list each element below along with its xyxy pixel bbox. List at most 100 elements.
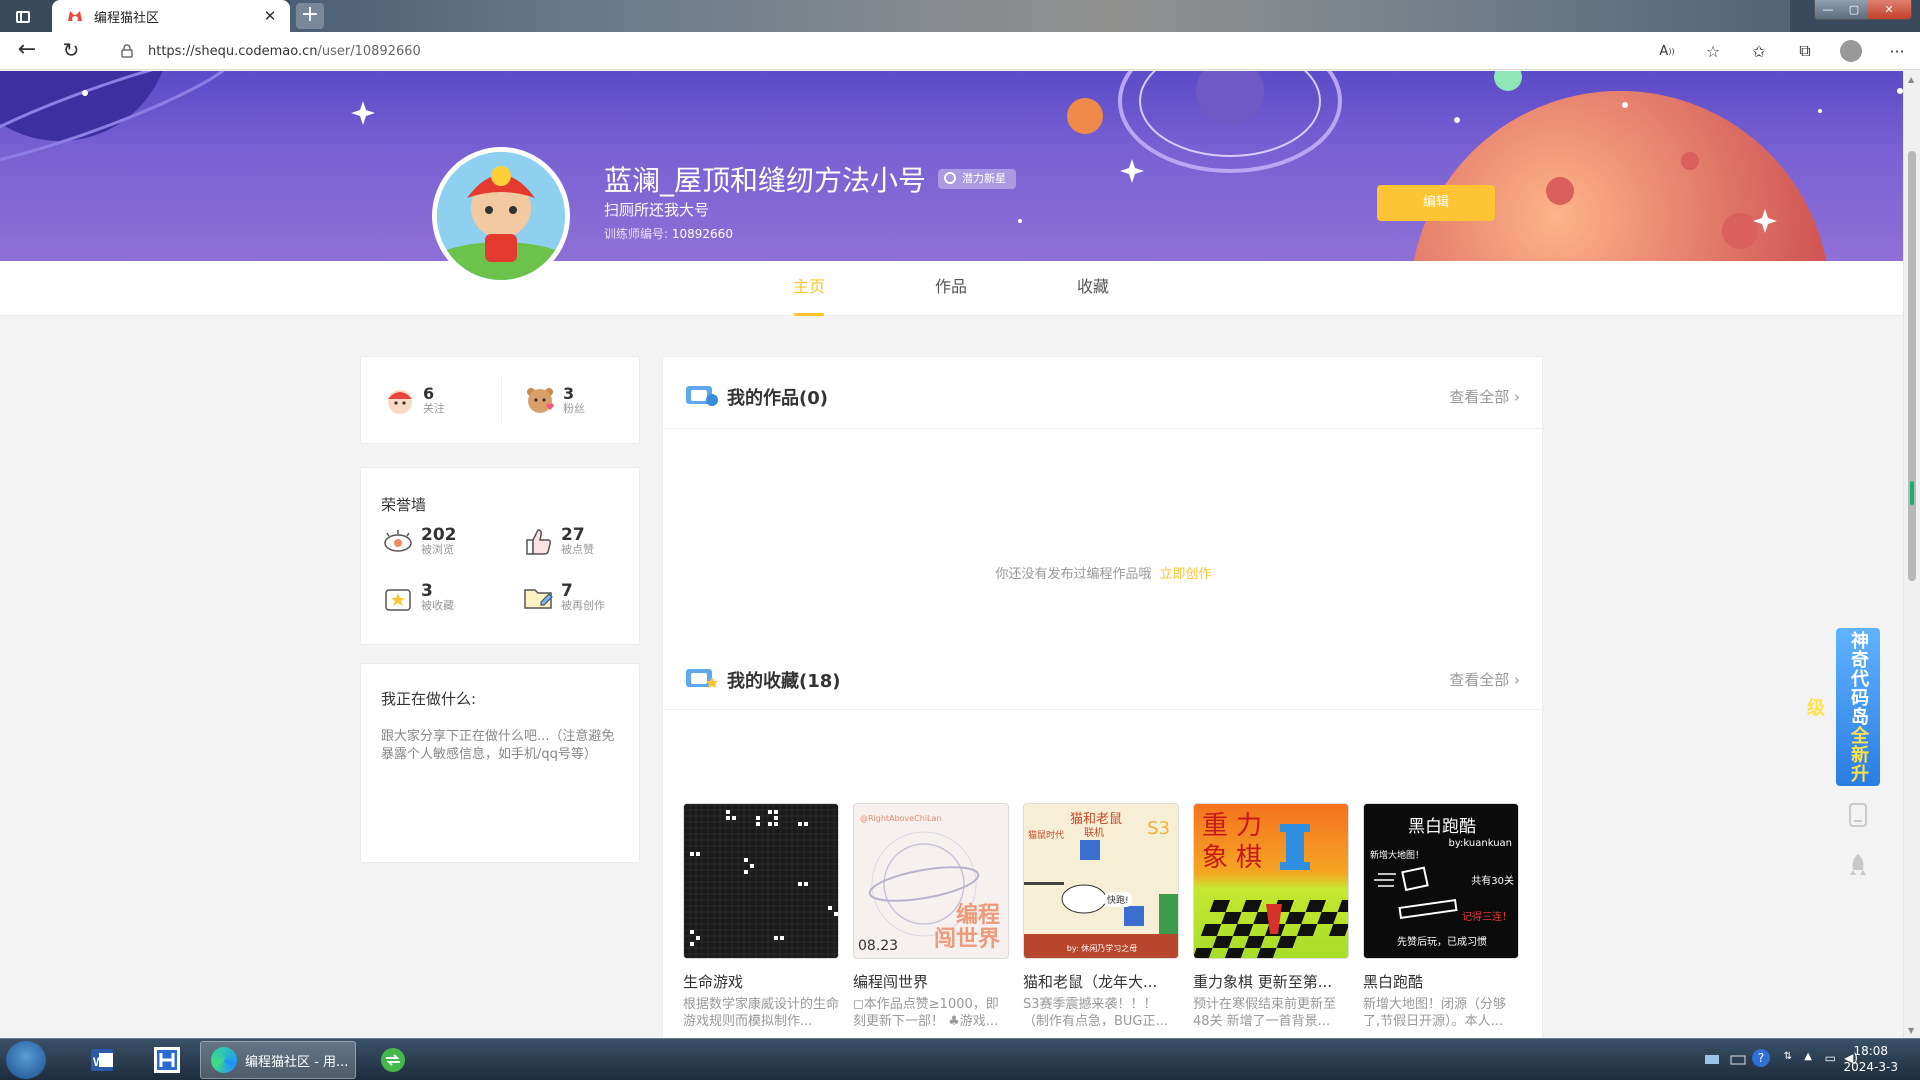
- thumb-note-1: 新增大地图！: [1370, 851, 1425, 861]
- codemao-favicon-icon: [66, 7, 84, 25]
- collection-item[interactable]: 黑白跑酷 by:kuankuan 新增大地图！ 共有30关 记得三连！ 先赞后玩…: [1363, 803, 1519, 1030]
- start-button[interactable]: [6, 1041, 46, 1079]
- add-favorite-icon[interactable]: ☆: [1700, 38, 1726, 64]
- window-close-button[interactable]: ✕: [1867, 0, 1911, 19]
- collection-item[interactable]: 重力 象棋 重力象棋 更新至第... 预计在寒假结束前更新至48关 新增了一首背…: [1193, 803, 1349, 1030]
- refresh-icon[interactable]: ↻: [56, 38, 86, 64]
- taskbar-edge-window[interactable]: 编程猫社区 - 用...: [200, 1041, 356, 1079]
- remixed-label: 被再创作: [561, 598, 605, 612]
- window-controls: — ▢ ✕: [1814, 0, 1912, 20]
- thumb-subtitle: 联机: [1084, 828, 1104, 839]
- back-arrow-icon[interactable]: ←: [12, 38, 42, 64]
- thumb-season: S3: [1147, 818, 1170, 839]
- following-cat-icon: [388, 390, 412, 414]
- tray-display-icon[interactable]: ▭: [1825, 1051, 1836, 1065]
- scroll-down-arrow-icon[interactable]: ▼: [1908, 1026, 1916, 1035]
- likes-label: 被点赞: [561, 542, 594, 556]
- scrollbar-thumb[interactable]: [1908, 151, 1916, 581]
- trainer-id-label: 训练师编号:: [604, 227, 669, 241]
- works-folder-icon: [686, 386, 718, 406]
- tray-ime-icon[interactable]: ⇅: [1784, 1051, 1792, 1062]
- thumb-note-2: 共有30关: [1471, 876, 1514, 887]
- more-menu-icon[interactable]: ···: [1884, 38, 1910, 64]
- tab-collections[interactable]: 收藏: [1063, 261, 1123, 316]
- collection-title[interactable]: 生命游戏: [683, 971, 839, 992]
- my-works-view-all-text: 查看全部: [1449, 388, 1510, 406]
- remixed-stat: 7 被再创作: [521, 580, 605, 614]
- minimize-button[interactable]: —: [1815, 0, 1841, 19]
- collections-folder-icon: [686, 669, 718, 688]
- tray-help-icon[interactable]: ?: [1752, 1049, 1770, 1067]
- mobile-qr-icon[interactable]: [1840, 797, 1876, 833]
- my-works-view-all[interactable]: 查看全部 ›: [1449, 386, 1520, 407]
- collection-title[interactable]: 编程闯世界: [853, 971, 1009, 992]
- taskbar-clock[interactable]: 18:08 2024-3-3: [1844, 1043, 1898, 1075]
- tray-keyboard-icon[interactable]: [1730, 1051, 1746, 1067]
- my-collections-title: 我的收藏(18): [727, 671, 841, 692]
- clock-time: 18:08: [1853, 1044, 1889, 1058]
- collection-item[interactable]: 猫和老鼠 联机 S3 猫鼠时代 快跑! by: 休闲乃学习之母 猫和老鼠（龙年大…: [1023, 803, 1179, 1030]
- clock-date: 2024-3-3: [1843, 1060, 1898, 1074]
- read-aloud-icon[interactable]: A)): [1654, 38, 1680, 64]
- collections-icon[interactable]: ⧉: [1792, 38, 1818, 64]
- game-of-life-grid: [684, 804, 838, 958]
- views-stat: 202 被浏览: [381, 524, 457, 558]
- collection-title[interactable]: 黑白跑酷: [1363, 971, 1519, 992]
- browser-tab-active[interactable]: 编程猫社区 ✕: [52, 0, 290, 32]
- create-now-link[interactable]: 立即创作: [1160, 567, 1212, 582]
- hbuilder-app-icon[interactable]: [138, 1041, 196, 1079]
- remix-folder-icon: [524, 589, 553, 609]
- thumb-title: 黑白跑酷: [1408, 817, 1476, 837]
- tray-network-icon[interactable]: [1704, 1051, 1720, 1067]
- edit-profile-button[interactable]: 编辑: [1377, 185, 1495, 221]
- my-collections-view-all[interactable]: 查看全部 ›: [1449, 669, 1520, 690]
- word-app-icon[interactable]: W: [74, 1041, 132, 1079]
- collected-count: 3: [421, 580, 433, 601]
- tab-actions-button[interactable]: [10, 6, 36, 28]
- following-stat[interactable]: 6 关注: [383, 383, 445, 417]
- profile-tabs: 主页 作品 收藏: [0, 261, 1903, 316]
- collection-title[interactable]: 猫和老鼠（龙年大...: [1023, 971, 1179, 992]
- new-tab-button[interactable]: +: [296, 3, 324, 29]
- trainer-id: 训练师编号: 10892660: [604, 225, 733, 242]
- collection-description: 预计在寒假结束前更新至48关 新增了一首背景...: [1193, 997, 1337, 1029]
- scroll-up-arrow-icon[interactable]: ▲: [1908, 75, 1916, 84]
- likes-count: 27: [561, 524, 585, 545]
- collected-stat: 3 被收藏: [381, 580, 454, 614]
- tab-home[interactable]: 主页: [779, 261, 839, 316]
- favorites-icon[interactable]: ✩: [1746, 38, 1772, 64]
- svg-text:W: W: [93, 1055, 105, 1069]
- thumb-tag: 猫鼠时代: [1028, 831, 1065, 841]
- star-box-icon: [385, 589, 411, 611]
- page-scrollbar[interactable]: ▲ ▼: [1903, 71, 1920, 1038]
- thumb-title: 编程 闯世界: [933, 903, 1000, 952]
- maximize-button[interactable]: ▢: [1841, 0, 1867, 19]
- honor-wall-card: 荣誉墙 202 被浏览 27 被点赞 3 被收藏 7 被再创作: [360, 467, 640, 645]
- collection-thumbnail[interactable]: 猫和老鼠 联机 S3 猫鼠时代 快跑! by: 休闲乃学习之母: [1023, 803, 1179, 959]
- status-textarea[interactable]: 跟大家分享下正在做什么吧...（注意避免暴露个人敏感信息，如手机/qq号等）: [381, 728, 625, 764]
- tab-close-icon[interactable]: ✕: [260, 7, 280, 25]
- collection-item[interactable]: @RightAboveChiLan 编程 闯世界 08.23 编程闯世界 ◻本作…: [853, 803, 1009, 1030]
- tab-works[interactable]: 作品: [921, 261, 981, 316]
- thumbs-up-icon: [526, 529, 551, 555]
- fans-label: 粉丝: [563, 401, 585, 415]
- collection-item[interactable]: 生命游戏 根据数学家康威设计的生命游戏规则而模拟制作...: [683, 803, 839, 1030]
- profile-icon[interactable]: [1838, 38, 1864, 64]
- collection-description: ◻本作品点赞≥1000，即刻更新下一部！ ♣游戏...: [853, 997, 999, 1029]
- collection-title[interactable]: 重力象棋 更新至第...: [1193, 971, 1349, 992]
- collection-thumbnail[interactable]: 黑白跑酷 by:kuankuan 新增大地图！ 共有30关 记得三连！ 先赞后玩…: [1363, 803, 1519, 959]
- back-to-top-rocket-icon[interactable]: [1840, 847, 1876, 883]
- following-count: 6: [423, 383, 435, 403]
- browser-tab-bar: 编程猫社区 ✕ + — ▢ ✕: [0, 0, 1920, 32]
- tray-expand-icon[interactable]: ▲: [1804, 1051, 1812, 1062]
- collection-thumbnail[interactable]: [683, 803, 839, 959]
- my-works-header: 我的作品(0) 查看全部 ›: [663, 357, 1544, 429]
- collection-thumbnail[interactable]: 重力 象棋: [1193, 803, 1349, 959]
- thumb-author: by: 休闲乃学习之母: [1066, 944, 1138, 953]
- thumb-title: 重力 象棋: [1202, 811, 1271, 873]
- collection-thumbnail[interactable]: @RightAboveChiLan 编程 闯世界 08.23: [853, 803, 1009, 959]
- code-island-promo-banner[interactable]: 神奇代码岛全新升级: [1804, 628, 1880, 786]
- green-app-icon[interactable]: [364, 1041, 422, 1079]
- url-input[interactable]: https://shequ.codemao.cn/user/10892660: [106, 36, 1706, 66]
- fans-stat[interactable]: 3 粉丝: [523, 383, 585, 417]
